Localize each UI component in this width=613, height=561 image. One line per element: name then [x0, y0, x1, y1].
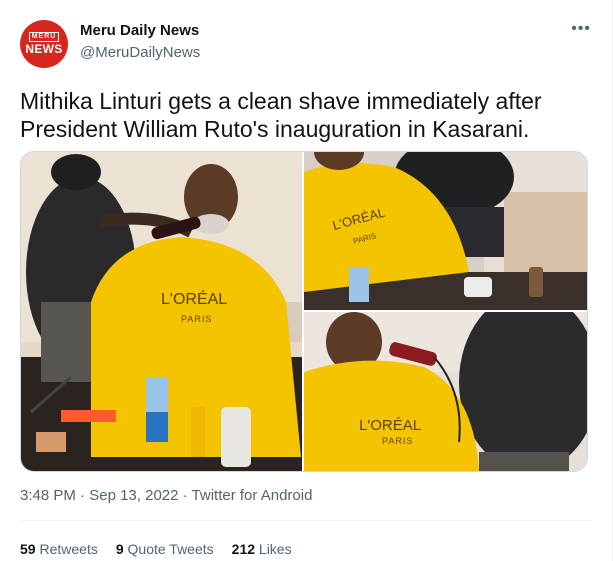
cape-text-3: L'ORÉAL: [359, 417, 421, 434]
quotes-count: 9: [115, 541, 124, 557]
svg-text:PARIS: PARIS: [382, 436, 413, 446]
photo-2[interactable]: L'ORÉAL PARIS: [304, 152, 587, 310]
retweets-label: Retweets: [39, 541, 98, 557]
likes-label: Likes: [258, 541, 292, 557]
avatar[interactable]: MERU NEWS: [20, 20, 68, 68]
tweet-text: Mithika Linturi gets a clean shave immed…: [20, 88, 542, 142]
logo-main-text: NEWS: [25, 42, 63, 56]
media-grid: L'ORÉAL PARIS L'ORÉAL PARIS L'ORÉAL PARI…: [20, 151, 588, 472]
cape-text-1: L'ORÉAL: [161, 289, 227, 308]
account-name[interactable]: Meru Daily News: [80, 22, 199, 39]
more-horizontal-icon[interactable]: •••: [571, 20, 591, 38]
meta-separator: ·: [75, 487, 90, 504]
meta-separator-2: ·: [178, 487, 192, 504]
retweets-count: 59: [20, 541, 36, 557]
tweet-source[interactable]: Twitter for Android: [192, 487, 313, 504]
photo-1[interactable]: L'ORÉAL PARIS: [21, 152, 302, 471]
retweets-stat[interactable]: 59 Retweets: [20, 541, 98, 557]
likes-stat[interactable]: 212 Likes: [232, 541, 292, 557]
svg-text:PARIS: PARIS: [181, 314, 212, 324]
tweet-meta: 3:48 PM · Sep 13, 2022 · Twitter for And…: [20, 487, 312, 504]
photo-3[interactable]: L'ORÉAL PARIS: [304, 312, 587, 471]
tweet-date[interactable]: Sep 13, 2022: [89, 487, 178, 504]
engagement-stats: 59 Retweets 9 Quote Tweets 212 Likes: [20, 541, 292, 557]
quotes-stat[interactable]: 9 Quote Tweets: [116, 541, 214, 557]
tweet-time[interactable]: 3:48 PM: [20, 487, 76, 504]
logo-top-text: MERU: [28, 32, 60, 42]
tweet-card: MERU NEWS Meru Daily News @MeruDailyNews…: [0, 0, 613, 561]
divider: [20, 520, 592, 521]
account-handle[interactable]: @MeruDailyNews: [80, 44, 200, 61]
likes-count: 212: [231, 541, 256, 557]
quotes-label: Quote Tweets: [127, 541, 214, 557]
